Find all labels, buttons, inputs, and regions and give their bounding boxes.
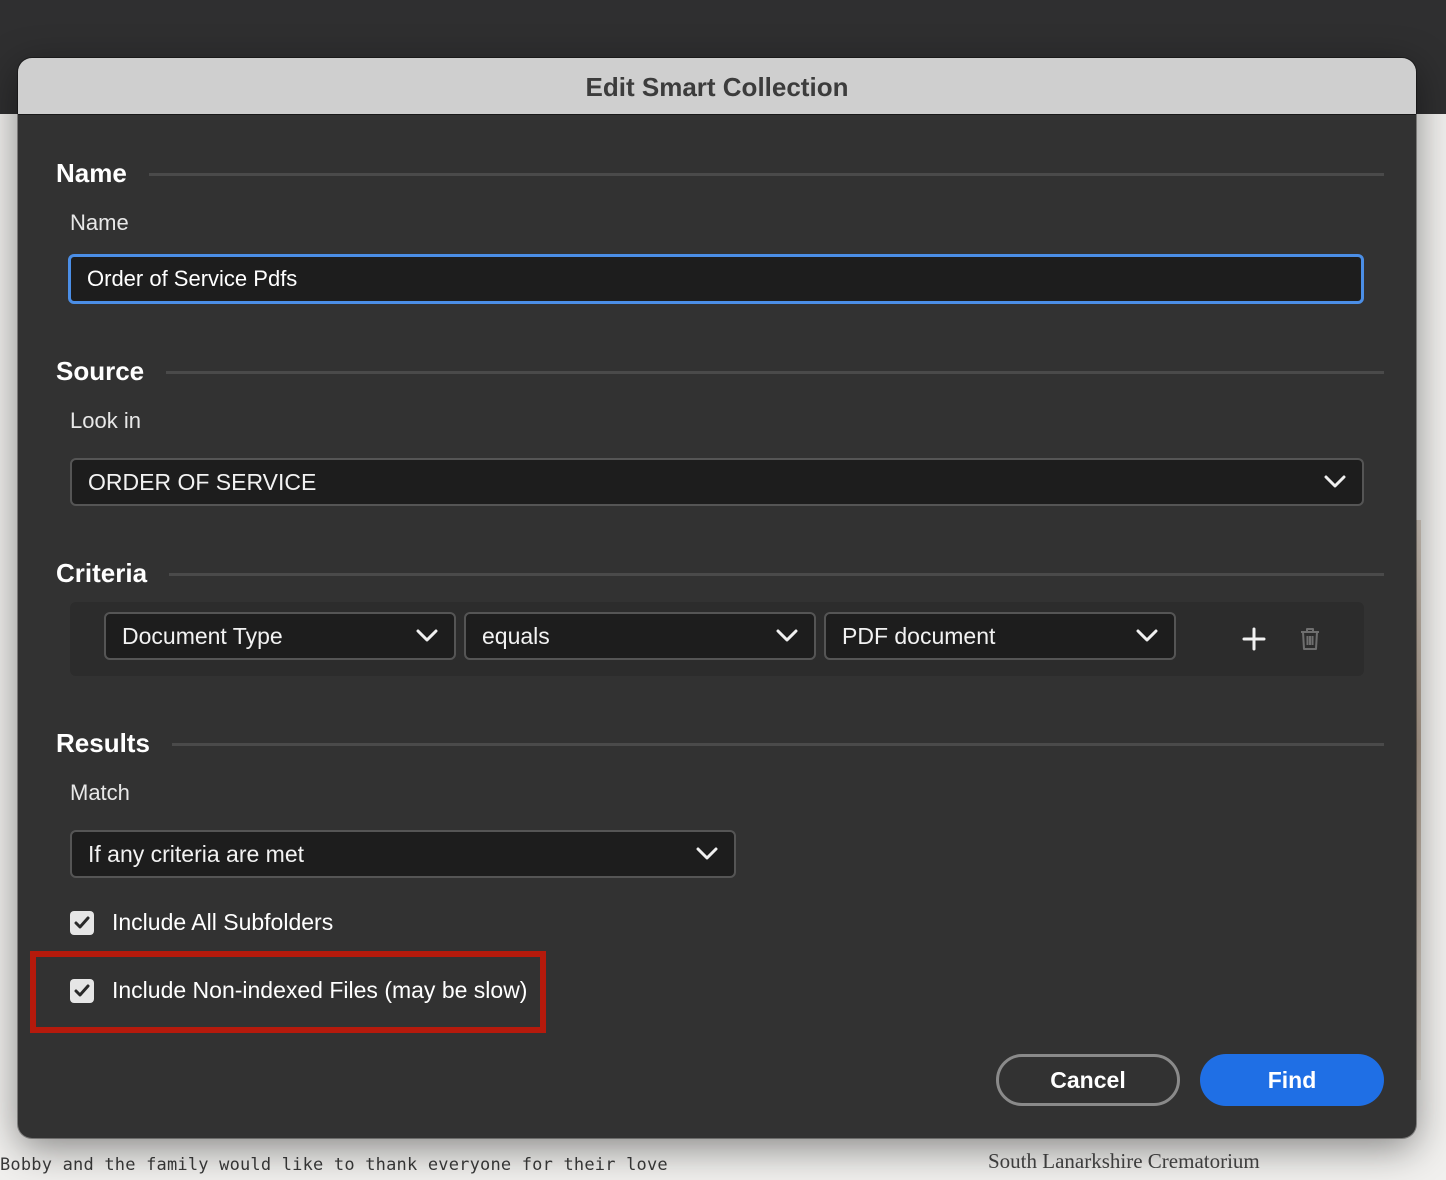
section-divider <box>169 573 1384 576</box>
criteria-row: Document Type equals PDF document <box>70 602 1364 676</box>
delete-criteria-button[interactable] <box>1294 623 1326 655</box>
criteria-value-dropdown[interactable]: PDF document <box>824 612 1176 660</box>
section-divider <box>166 371 1384 374</box>
section-header-criteria: Criteria <box>56 558 1384 589</box>
dialog-title: Edit Smart Collection <box>585 71 849 102</box>
include-subfolders-checkbox[interactable] <box>70 910 94 935</box>
criteria-field-dropdown[interactable]: Document Type <box>104 612 456 660</box>
look-in-dropdown[interactable]: ORDER OF SERVICE <box>70 458 1364 506</box>
criteria-operator-value: equals <box>482 622 550 649</box>
checkmark-icon <box>74 916 90 928</box>
section-title-source: Source <box>56 356 145 386</box>
plus-icon <box>1242 627 1266 651</box>
include-non-indexed-checkbox[interactable] <box>70 978 94 1003</box>
add-criteria-button[interactable] <box>1238 623 1270 655</box>
chevron-down-icon <box>776 629 798 642</box>
name-field-label: Name <box>70 210 129 235</box>
section-divider <box>148 173 1384 176</box>
chevron-down-icon <box>416 629 438 642</box>
criteria-field-value: Document Type <box>122 622 283 649</box>
section-header-results: Results <box>56 728 1384 759</box>
chevron-down-icon <box>1324 475 1346 488</box>
look-in-selected-value: ORDER OF SERVICE <box>88 468 317 495</box>
trash-icon <box>1301 628 1319 650</box>
match-selected-value: If any criteria are met <box>88 840 305 867</box>
look-in-label: Look in <box>70 408 141 433</box>
criteria-value-value: PDF document <box>842 622 996 649</box>
document-text-venue: South Lanarkshire Crematorium <box>988 1149 1260 1173</box>
include-non-indexed-label: Include Non-indexed Files (may be slow) <box>112 977 528 1003</box>
criteria-operator-dropdown[interactable]: equals <box>464 612 816 660</box>
section-title-name: Name <box>56 158 127 188</box>
section-header-name: Name <box>56 158 1384 189</box>
section-title-criteria: Criteria <box>56 558 148 588</box>
edit-smart-collection-dialog: Edit Smart Collection Name Name Source L… <box>18 58 1416 1138</box>
section-header-source: Source <box>56 356 1384 387</box>
include-subfolders-label: Include All Subfolders <box>112 909 334 935</box>
include-non-indexed-option[interactable]: Include Non-indexed Files (may be slow) <box>70 977 527 1004</box>
collection-name-input[interactable] <box>68 254 1364 304</box>
dialog-titlebar[interactable]: Edit Smart Collection <box>18 58 1416 115</box>
match-label: Match <box>70 780 130 805</box>
chevron-down-icon <box>696 847 718 860</box>
find-button[interactable]: Find <box>1200 1054 1384 1106</box>
section-divider <box>171 743 1384 746</box>
cancel-button[interactable]: Cancel <box>996 1054 1180 1106</box>
checkmark-icon <box>74 984 90 996</box>
match-dropdown[interactable]: If any criteria are met <box>70 830 736 878</box>
chevron-down-icon <box>1136 629 1158 642</box>
section-title-results: Results <box>56 728 150 758</box>
include-subfolders-option[interactable]: Include All Subfolders <box>70 909 333 936</box>
document-text-line: Bobby and the family would like to thank… <box>0 1155 668 1175</box>
